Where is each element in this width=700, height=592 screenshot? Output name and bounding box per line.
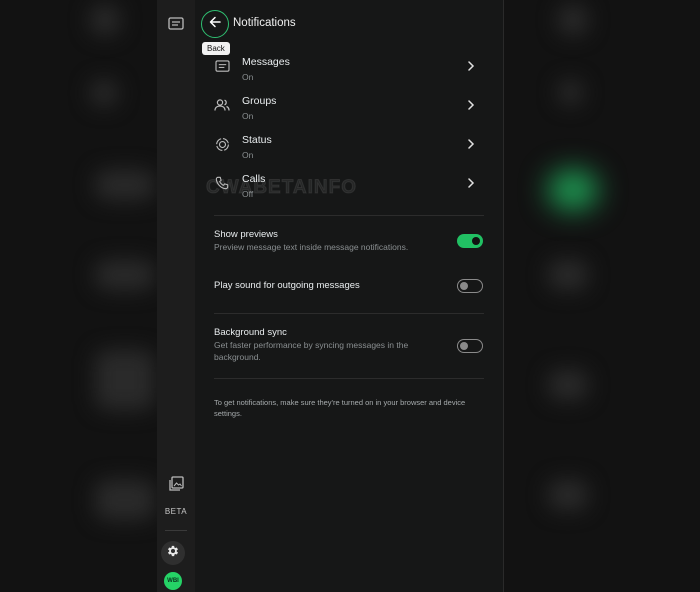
groups-label: Groups bbox=[242, 95, 277, 107]
chevron-right-icon bbox=[465, 60, 477, 72]
settings-button[interactable] bbox=[161, 541, 185, 565]
background-sync-description: Get faster performance by syncing messag… bbox=[214, 340, 409, 362]
play-sound-option: Play sound for outgoing messages bbox=[214, 280, 486, 292]
show-previews-label: Show previews bbox=[214, 229, 278, 240]
message-icon bbox=[214, 58, 230, 74]
play-sound-label: Play sound for outgoing messages bbox=[214, 280, 360, 291]
background-sync-toggle[interactable] bbox=[457, 339, 483, 353]
show-previews-description: Preview message text inside message noti… bbox=[214, 242, 409, 252]
messages-row[interactable]: Messages On bbox=[210, 56, 482, 92]
messages-label: Messages bbox=[242, 56, 290, 68]
chevron-right-icon bbox=[465, 177, 477, 189]
arrow-left-icon bbox=[209, 15, 221, 33]
footer-note: To get notifications, make sure they're … bbox=[214, 398, 466, 418]
phone-icon bbox=[214, 175, 230, 191]
page-title: Notifications bbox=[233, 17, 296, 29]
background-sync-option: Background sync Get faster performance b… bbox=[214, 327, 486, 363]
rail-divider bbox=[165, 530, 187, 531]
nav-rail: BETA bbox=[157, 0, 196, 592]
status-label: Status bbox=[242, 134, 272, 146]
show-previews-toggle[interactable] bbox=[457, 234, 483, 248]
status-status: On bbox=[242, 150, 254, 160]
back-tooltip: Back bbox=[202, 42, 230, 55]
blurred-background-right bbox=[503, 0, 700, 592]
chevron-right-icon bbox=[465, 99, 477, 111]
groups-icon bbox=[214, 97, 230, 113]
calls-status: Off bbox=[242, 189, 254, 199]
toggle-knob bbox=[472, 237, 480, 245]
calls-row[interactable]: Calls Off bbox=[210, 173, 482, 209]
play-sound-toggle[interactable] bbox=[457, 279, 483, 293]
groups-status: On bbox=[242, 111, 254, 121]
messages-status: On bbox=[242, 72, 254, 82]
section-divider bbox=[214, 313, 484, 314]
section-divider bbox=[214, 378, 484, 379]
chevron-right-icon bbox=[465, 138, 477, 150]
avatar[interactable]: WBI bbox=[164, 572, 182, 590]
calls-label: Calls bbox=[242, 173, 266, 185]
groups-row[interactable]: Groups On bbox=[210, 95, 482, 131]
back-button[interactable] bbox=[201, 10, 229, 38]
beta-label: BETA bbox=[164, 507, 188, 516]
section-divider bbox=[214, 215, 484, 216]
background-sync-label: Background sync bbox=[214, 327, 287, 338]
chats-icon[interactable] bbox=[166, 14, 186, 34]
toggle-knob bbox=[460, 341, 468, 350]
show-previews-option: Show previews Preview message text insid… bbox=[214, 229, 486, 253]
blurred-background-left bbox=[0, 0, 157, 592]
toggle-knob bbox=[460, 281, 468, 290]
gear-icon bbox=[166, 544, 180, 563]
status-row[interactable]: Status On bbox=[210, 134, 482, 170]
status-icon bbox=[214, 136, 230, 152]
media-gallery-icon[interactable] bbox=[166, 474, 186, 494]
